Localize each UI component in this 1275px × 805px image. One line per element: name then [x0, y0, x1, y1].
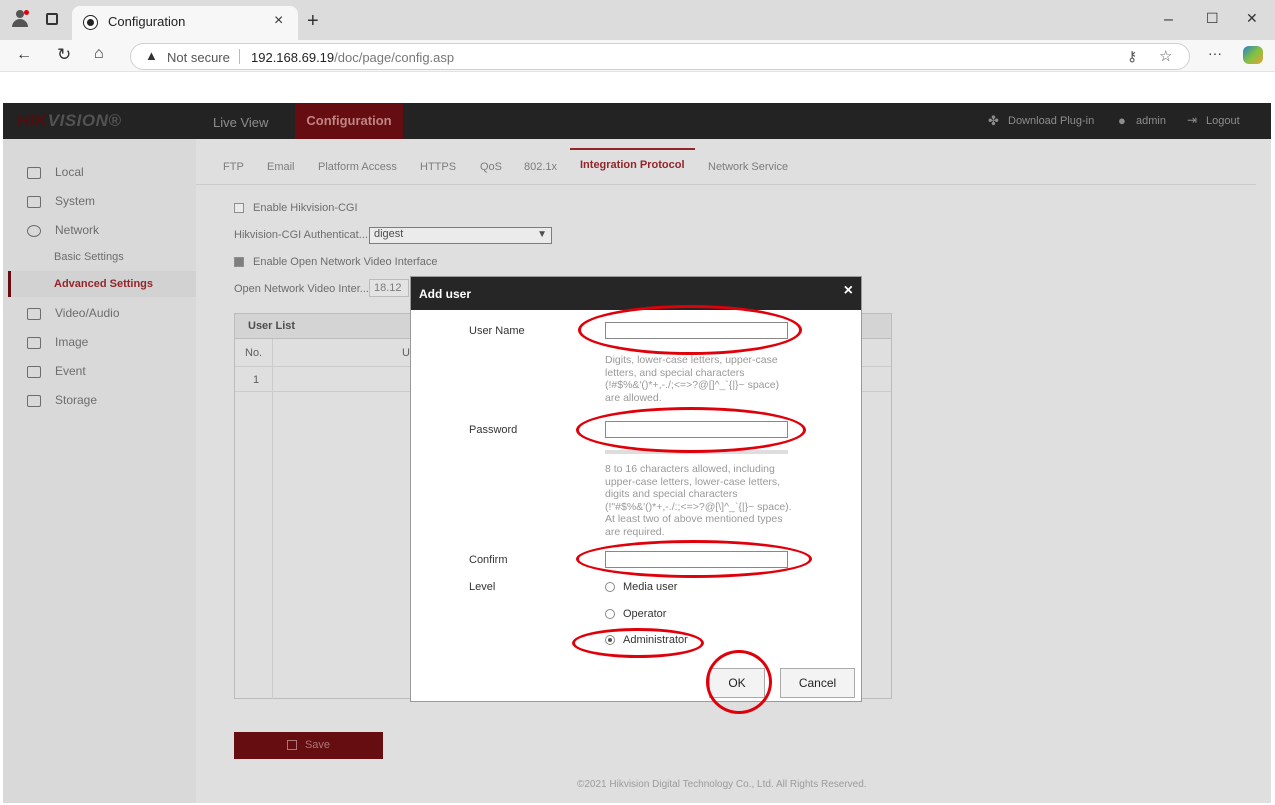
radio-icon	[605, 609, 615, 620]
radio-icon	[605, 582, 615, 593]
back-arrow-icon[interactable]: ←	[16, 47, 32, 63]
close-window-button[interactable]: ✕	[1246, 11, 1258, 25]
password-label: Password	[469, 424, 518, 436]
url-text: 192.168.69.19/doc/page/config.asp	[251, 50, 454, 65]
tab-title: Configuration	[108, 14, 186, 29]
annotation-ring-password	[576, 407, 806, 453]
security-label: Not secure	[167, 50, 230, 65]
browser-menu-button[interactable]: ···	[1208, 46, 1222, 60]
minimize-button[interactable]: –	[1164, 12, 1173, 28]
address-bar-row: ← ↻ ⌂ ▲ Not secure 192.168.69.19/doc/pag…	[0, 40, 1275, 72]
annotation-ring-user-name	[578, 305, 802, 355]
copilot-icon[interactable]	[1243, 46, 1263, 64]
tab-actions-icon[interactable]	[46, 13, 58, 25]
browser-tab[interactable]: Configuration ×	[72, 6, 298, 40]
level-label: Level	[469, 581, 496, 593]
new-tab-button[interactable]: +	[307, 11, 319, 31]
annotation-ring-ok	[706, 650, 772, 714]
url-path: /doc/page/config.asp	[334, 50, 455, 65]
annotation-ring-confirm	[576, 540, 812, 578]
profile-icon[interactable]	[12, 10, 29, 28]
url-host: 192.168.69.19	[251, 50, 335, 65]
level-radio-media-user[interactable]: Media user	[605, 581, 677, 593]
browser-tab-bar: Configuration × + – ☐ ✕	[0, 0, 1275, 40]
user-name-label: User Name	[469, 325, 525, 337]
dialog-header: Add user ×	[411, 277, 861, 310]
cancel-button[interactable]: Cancel	[780, 668, 855, 698]
reload-icon[interactable]: ↻	[57, 46, 71, 63]
url-divider	[239, 49, 240, 64]
level-radio-operator[interactable]: Operator	[605, 608, 666, 620]
tab-close-icon[interactable]: ×	[274, 12, 283, 30]
close-icon[interactable]: ×	[844, 283, 853, 299]
dialog-title: Add user	[419, 287, 472, 301]
url-input[interactable]: ▲ Not secure 192.168.69.19/doc/page/conf…	[130, 43, 1190, 70]
page-top-gap	[0, 73, 1275, 103]
confirm-label: Confirm	[469, 554, 508, 566]
password-hint: 8 to 16 characters allowed, including up…	[605, 463, 792, 538]
password-key-icon[interactable]: ⚷	[1127, 48, 1137, 65]
tab-favicon-icon	[84, 16, 97, 29]
warning-icon: ▲	[145, 48, 158, 63]
user-name-hint: Digits, lower-case letters, upper-case l…	[605, 354, 780, 404]
favorite-star-icon[interactable]: ☆	[1159, 47, 1172, 65]
annotation-ring-administrator	[572, 628, 704, 658]
home-icon[interactable]: ⌂	[94, 46, 104, 62]
maximize-button[interactable]: ☐	[1206, 11, 1219, 25]
